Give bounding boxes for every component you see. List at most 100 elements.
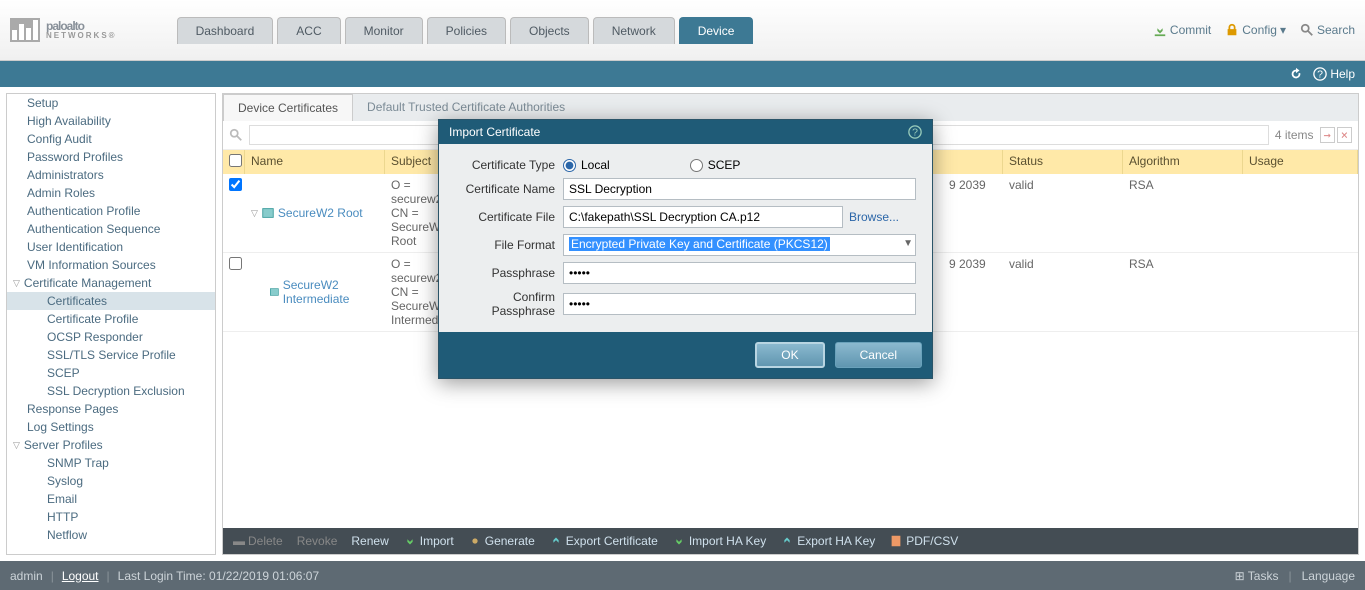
cancel-button[interactable]: Cancel [835,342,922,368]
ok-button[interactable]: OK [755,342,824,368]
config-button[interactable]: Config ▾ [1225,23,1286,37]
dialog-body: Certificate Type Local SCEP Certificate … [439,144,932,332]
sidebar-item-setup[interactable]: Setup [7,94,215,112]
sidebar-item-administrators[interactable]: Administrators [7,166,215,184]
tab-policies[interactable]: Policies [427,17,506,44]
generate-button[interactable]: Generate [468,534,535,548]
svg-text:?: ? [1317,69,1323,81]
doc-icon [889,534,903,548]
sidebar-item-cert-profile[interactable]: Certificate Profile [7,310,215,328]
sidebar-item-ssl-tls[interactable]: SSL/TLS Service Profile [7,346,215,364]
cert-status: valid [1003,174,1123,252]
confirm-passphrase-input[interactable] [563,293,916,315]
logo-subtitle: NETWORKS® [46,32,117,40]
search-button[interactable]: Search [1300,23,1355,37]
import-cert-dialog: Import Certificate ? Certificate Type Lo… [438,119,933,379]
sidebar-item-ssl-exclusion[interactable]: SSL Decryption Exclusion [7,382,215,400]
sidebar-item-scep[interactable]: SCEP [7,364,215,382]
sidebar-item-email[interactable]: Email [7,490,215,508]
import-icon [403,534,417,548]
sidebar-item-auth-sequence[interactable]: Authentication Sequence [7,220,215,238]
arrow-right-button[interactable]: → [1320,127,1335,143]
sidebar-item-admin-roles[interactable]: Admin Roles [7,184,215,202]
cert-name-input[interactable] [563,178,916,200]
tab-device[interactable]: Device [679,17,754,44]
revoke-button[interactable]: Revoke [297,534,338,548]
user-label: admin [10,569,43,583]
radio-local[interactable]: Local [563,158,610,172]
chevron-down-icon: ▽ [13,278,20,289]
sidebar-item-ocsp[interactable]: OCSP Responder [7,328,215,346]
sidebar-group-cert[interactable]: ▽ Certificate Management [7,274,215,292]
select-all-checkbox[interactable] [229,154,242,167]
sidebar-item-certificates[interactable]: Certificates [7,292,215,310]
action-bar: ▬ Delete Revoke Renew Import Generate Ex… [223,528,1358,554]
pdf-csv-button[interactable]: PDF/CSV [889,534,958,548]
radio-scep[interactable]: SCEP [690,158,741,172]
export-hakey-button[interactable]: Export HA Key [780,534,875,548]
sidebar-item-config-audit[interactable]: Config Audit [7,130,215,148]
label-passphrase: Passphrase [455,266,563,280]
cert-file-input[interactable] [563,206,843,228]
download-icon [1153,23,1167,37]
sidebar-item-log-settings[interactable]: Log Settings [7,418,215,436]
tab-trusted-authorities[interactable]: Default Trusted Certificate Authorities [353,94,579,121]
browse-button[interactable]: Browse... [849,210,899,224]
tab-dashboard[interactable]: Dashboard [177,17,274,44]
col-algorithm[interactable]: Algorithm [1123,150,1243,174]
cert-algo: RSA [1123,174,1243,252]
sidebar-item-response-pages[interactable]: Response Pages [7,400,215,418]
tab-objects[interactable]: Objects [510,17,589,44]
sidebar-item-user-id[interactable]: User Identification [7,238,215,256]
dialog-footer: OK Cancel [439,332,932,378]
sidebar-item-auth-profile[interactable]: Authentication Profile [7,202,215,220]
sidebar-item-http[interactable]: HTTP [7,508,215,526]
tasks-button[interactable]: ⊞ Tasks [1235,569,1279,583]
label-confirm-passphrase: Confirm Passphrase [455,290,563,318]
label-cert-file: Certificate File [455,210,563,224]
label-file-format: File Format [455,238,563,252]
sidebar-group-server[interactable]: ▽ Server Profiles [7,436,215,454]
dialog-titlebar: Import Certificate ? [439,120,932,144]
tab-network[interactable]: Network [593,17,675,44]
svg-text:?: ? [912,127,918,139]
renew-button[interactable]: Renew [351,534,388,548]
close-button[interactable]: × [1337,127,1352,143]
commit-button[interactable]: Commit [1153,23,1211,37]
sidebar-item-netflow[interactable]: Netflow [7,526,215,544]
language-button[interactable]: Language [1302,569,1355,583]
sidebar-item-ha[interactable]: High Availability [7,112,215,130]
file-format-select[interactable]: Encrypted Private Key and Certificate (P… [563,234,916,256]
logout-link[interactable]: Logout [62,569,99,583]
cert-name-link[interactable]: ▽SecureW2 Root [245,174,385,252]
sidebar-item-password-profiles[interactable]: Password Profiles [7,148,215,166]
tab-monitor[interactable]: Monitor [345,17,423,44]
sidebar-item-vm-info[interactable]: VM Information Sources [7,256,215,274]
export-cert-button[interactable]: Export Certificate [549,534,658,548]
sidebar-item-syslog[interactable]: Syslog [7,472,215,490]
help-icon[interactable]: ? [908,125,922,139]
items-count: 4 items [1275,128,1314,142]
refresh-button[interactable] [1289,67,1303,81]
logo: paloalto NETWORKS® [10,18,117,42]
row-checkbox[interactable] [229,257,242,270]
cert-name-link[interactable]: SecureW2 Intermediate [245,253,385,331]
col-status[interactable]: Status [1003,150,1123,174]
delete-button[interactable]: ▬ Delete [233,534,283,548]
nav-arrows: → × [1320,127,1352,143]
chevron-down-icon: ▼ [903,238,913,249]
help-button[interactable]: ?Help [1313,67,1355,81]
main-tabs: Dashboard ACC Monitor Policies Objects N… [177,17,754,44]
label-cert-type: Certificate Type [455,158,563,172]
passphrase-input[interactable] [563,262,916,284]
sidebar: Setup High Availability Config Audit Pas… [6,93,216,555]
tab-device-certs[interactable]: Device Certificates [223,94,353,121]
row-checkbox[interactable] [229,178,242,191]
import-hakey-button[interactable]: Import HA Key [672,534,766,548]
sidebar-item-snmp[interactable]: SNMP Trap [7,454,215,472]
col-usage[interactable]: Usage [1243,150,1358,174]
header-actions: Commit Config ▾ Search [1153,23,1355,37]
import-button[interactable]: Import [403,534,454,548]
col-name[interactable]: Name [245,150,385,174]
tab-acc[interactable]: ACC [277,17,340,44]
